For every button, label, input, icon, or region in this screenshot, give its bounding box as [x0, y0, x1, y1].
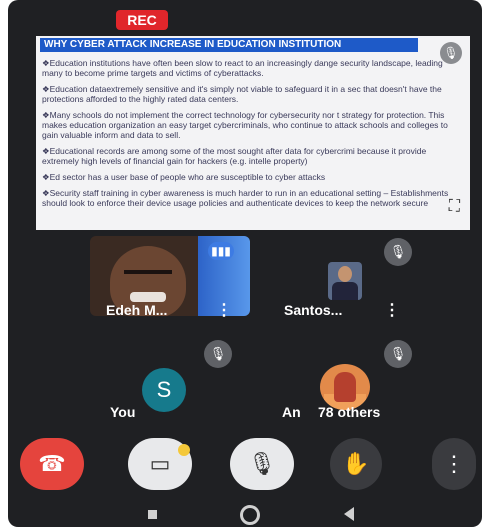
fullscreen-icon[interactable]: ⛶	[449, 198, 460, 216]
slide-paragraph: ❖Security staff training in cyber awaren…	[42, 188, 449, 208]
more-vert-icon[interactable]: ⋮	[384, 300, 400, 320]
home-icon[interactable]	[240, 505, 260, 525]
more-vert-icon: ⋮	[443, 451, 465, 476]
end-call-button[interactable]: ☎	[20, 438, 84, 490]
mic-off-icon: 🎙	[384, 238, 412, 266]
meet-call-screen: REC WHY CYBER ATTACK INCREASE IN EDUCATI…	[8, 0, 482, 527]
mic-toggle-button[interactable]: 🎙	[230, 438, 294, 490]
avatar	[328, 262, 362, 300]
call-controls: ☎ ▭ 🎙 ✋ ⋮	[8, 438, 482, 498]
more-options-button[interactable]: ⋮	[432, 438, 476, 490]
participant-name-you: You	[110, 404, 136, 420]
slide-paragraph: ❖Ed sector has a user base of people who…	[42, 172, 326, 182]
slide-paragraph: ❖Many schools do not implement the corre…	[42, 110, 448, 140]
notification-badge	[178, 444, 190, 456]
slide-title: WHY CYBER ATTACK INCREASE IN EDUCATION I…	[40, 38, 418, 52]
others-count[interactable]: 78 others	[318, 404, 380, 420]
slide-paragraph: ❖Educational records are among some of t…	[42, 146, 427, 166]
mic-off-icon: 🎙	[248, 451, 276, 476]
speaking-indicator-icon: ▮▮▮	[208, 242, 234, 260]
camera-off-icon: ▭	[149, 451, 171, 476]
phone-hangup-icon: ☎	[38, 451, 66, 476]
system-nav-bar	[8, 500, 482, 527]
shared-presentation[interactable]: WHY CYBER ATTACK INCREASE IN EDUCATION I…	[36, 36, 470, 230]
participant-name-others: An	[282, 404, 301, 420]
avatar: S	[142, 368, 186, 412]
raise-hand-button[interactable]: ✋	[330, 438, 382, 490]
recents-icon[interactable]	[148, 510, 157, 519]
mic-off-icon: 🎙	[384, 340, 412, 368]
recording-badge: REC	[116, 10, 168, 30]
raise-hand-icon: ✋	[342, 451, 370, 476]
more-vert-icon[interactable]: ⋮	[216, 300, 232, 320]
participant-name-santos: Santos...	[284, 302, 343, 318]
mic-off-icon: 🎙	[204, 340, 232, 368]
participant-name-edeh: Edeh M...	[106, 302, 168, 318]
slide-body: ❖Education institutions have often been …	[42, 58, 464, 228]
slide-paragraph: ❖Education dataextremely sensitive and i…	[42, 84, 442, 104]
slide-paragraph: ❖Education institutions have often been …	[42, 58, 443, 78]
back-icon[interactable]	[344, 507, 354, 521]
